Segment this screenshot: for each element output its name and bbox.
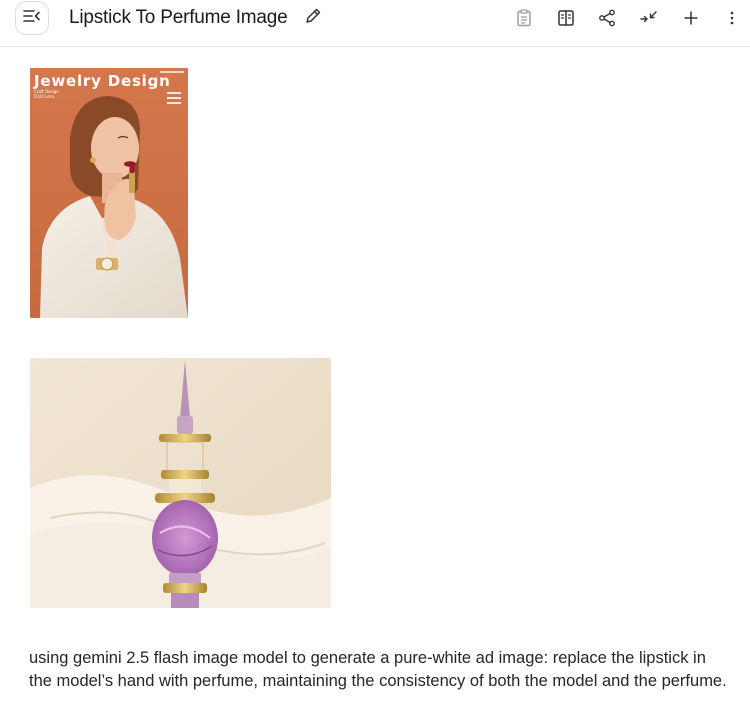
collapse-button[interactable] <box>639 8 659 28</box>
compare-button[interactable] <box>556 8 576 28</box>
sidebar-toggle-button[interactable] <box>15 1 49 35</box>
page-title: Lipstick To Perfume Image <box>69 7 288 28</box>
book-open-icon <box>557 9 575 27</box>
share-icon <box>598 9 616 27</box>
add-button[interactable] <box>681 8 701 28</box>
edit-title-button[interactable] <box>303 8 323 28</box>
pencil-icon <box>304 7 322 30</box>
more-vertical-icon <box>723 9 741 27</box>
sidebar-collapse-icon <box>23 9 41 28</box>
perfume-bottle-image[interactable] <box>30 358 331 608</box>
collapse-arrows-icon <box>640 9 658 27</box>
model-lipstick-image[interactable]: Jewelry Design Craft Design FLUX Lora <box>30 68 188 318</box>
notes-button[interactable] <box>514 8 534 28</box>
prompt-text: using gemini 2.5 flash image model to ge… <box>29 649 727 690</box>
magazine-title: Jewelry Design <box>33 72 171 90</box>
more-options-button[interactable] <box>722 8 742 28</box>
plus-icon <box>682 9 700 27</box>
share-button[interactable] <box>597 8 617 28</box>
clipboard-icon <box>515 9 533 27</box>
top-bar: Lipstick To Perfume Image <box>0 0 750 47</box>
magazine-subtitle-2: FLUX Lora <box>34 94 55 99</box>
